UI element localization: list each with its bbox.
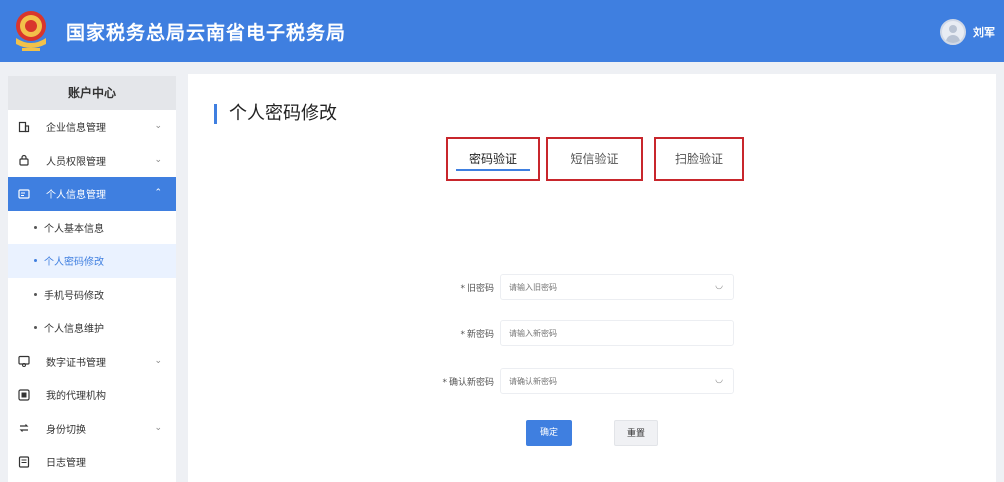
sidebar-item-label: 日志管理 xyxy=(46,458,86,470)
sidebar-subitem-password-change[interactable]: 个人密码修改 xyxy=(8,244,176,278)
chevron-down-icon: ⌄ xyxy=(154,154,162,165)
sidebar-item-label: 我的代理机构 xyxy=(46,391,106,403)
switch-icon xyxy=(18,422,30,434)
certificate-icon xyxy=(18,355,30,368)
sidebar-subitem-info-maintenance[interactable]: 个人信息维护 xyxy=(8,311,176,345)
bullet-dot-icon xyxy=(34,326,37,329)
sidebar-item-label: 企业信息管理 xyxy=(46,123,106,135)
agency-icon xyxy=(18,389,30,401)
lock-icon xyxy=(18,154,30,166)
bullet-dot-icon xyxy=(34,259,37,262)
sidebar-subitem-label: 个人信息维护 xyxy=(44,324,104,336)
tab-face-verify[interactable]: 扫脸验证 xyxy=(654,137,744,181)
tab-label: 短信验证 xyxy=(570,152,619,166)
sidebar-item-label: 身份切换 xyxy=(46,424,86,436)
sidebar-item-enterprise-info[interactable]: 企业信息管理 ⌄ xyxy=(8,110,176,144)
tab-active-underline xyxy=(456,169,530,171)
new-password-field-wrapper xyxy=(500,320,734,346)
sidebar-subitem-basic-info[interactable]: 个人基本信息 xyxy=(8,211,176,245)
sidebar: 账户中心 企业信息管理 ⌄ 人员权限管理 ⌄ 个人信息管理 ⌃ 个人基本信息 个… xyxy=(8,76,176,482)
confirm-password-row: *确认新密码 ◡ xyxy=(406,368,734,394)
tab-password-verify[interactable]: 密码验证 xyxy=(446,137,540,181)
id-card-icon xyxy=(18,188,30,200)
sidebar-item-permissions[interactable]: 人员权限管理 ⌄ xyxy=(8,144,176,178)
sidebar-item-log-management[interactable]: 日志管理 xyxy=(8,445,176,479)
reset-button[interactable]: 重置 xyxy=(614,420,658,446)
sidebar-item-identity-switch[interactable]: 身份切换 ⌄ xyxy=(8,412,176,446)
old-password-field[interactable] xyxy=(501,275,701,300)
sidebar-subitem-label: 个人密码修改 xyxy=(44,257,104,269)
bullet-dot-icon xyxy=(34,225,37,229)
chevron-up-icon: ⌃ xyxy=(154,188,162,198)
old-password-row: *旧密码 ◡ xyxy=(406,274,734,300)
log-icon xyxy=(18,456,30,468)
main-panel: 个人密码修改 密码验证 短信验证 扫脸验证 *旧密码 ◡ *新密码 *确认新密码… xyxy=(188,74,996,482)
chevron-down-icon: ⌄ xyxy=(154,355,162,366)
building-icon xyxy=(18,121,30,133)
sidebar-title: 账户中心 xyxy=(8,76,176,110)
sidebar-item-label: 人员权限管理 xyxy=(46,156,106,168)
page-title: 个人密码修改 xyxy=(214,104,337,124)
tab-label: 密码验证 xyxy=(468,152,517,166)
confirm-password-label: * 确认新密码 xyxy=(442,378,494,388)
confirm-password-field[interactable] xyxy=(501,369,701,394)
sidebar-item-label: 数字证书管理 xyxy=(46,357,106,369)
tab-sms-verify[interactable]: 短信验证 xyxy=(546,137,643,181)
bullet-dot-icon xyxy=(34,292,37,296)
sidebar-subitem-label: 个人基本信息 xyxy=(44,223,104,235)
chevron-down-icon: ⌄ xyxy=(154,121,162,131)
avatar[interactable] xyxy=(940,19,966,45)
site-title: 国家税务总局云南省电子税务局 xyxy=(66,22,347,44)
sidebar-item-my-agency[interactable]: 我的代理机构 xyxy=(8,378,176,412)
tax-emblem-logo xyxy=(16,11,46,51)
eye-closed-icon[interactable]: ◡ xyxy=(715,281,723,291)
sidebar-item-personal-info[interactable]: 个人信息管理 ⌃ xyxy=(8,177,176,211)
sidebar-subitem-phone-change[interactable]: 手机号码修改 xyxy=(8,278,176,312)
old-password-label: * 旧密码 xyxy=(460,284,494,294)
new-password-field[interactable] xyxy=(501,321,701,346)
tab-label: 扫脸验证 xyxy=(674,152,723,166)
sidebar-subitem-label: 手机号码修改 xyxy=(44,290,104,302)
old-password-field-wrapper: ◡ xyxy=(500,274,734,300)
confirm-button[interactable]: 确定 xyxy=(526,420,572,446)
chevron-down-icon: ⌄ xyxy=(154,422,162,433)
new-password-row: * 新密码 xyxy=(406,320,734,346)
new-password-label: * 新密码 xyxy=(460,330,494,340)
user-name[interactable]: 刘军 xyxy=(973,24,995,40)
confirm-password-field-wrapper: ◡ xyxy=(500,368,734,394)
sidebar-item-digital-cert[interactable]: 数字证书管理 ⌄ xyxy=(8,345,176,379)
eye-closed-icon[interactable]: ◡ xyxy=(715,375,723,385)
top-header: 国家税务总局云南省电子税务局 刘军 xyxy=(0,0,1004,62)
sidebar-item-label: 个人信息管理 xyxy=(46,190,106,202)
